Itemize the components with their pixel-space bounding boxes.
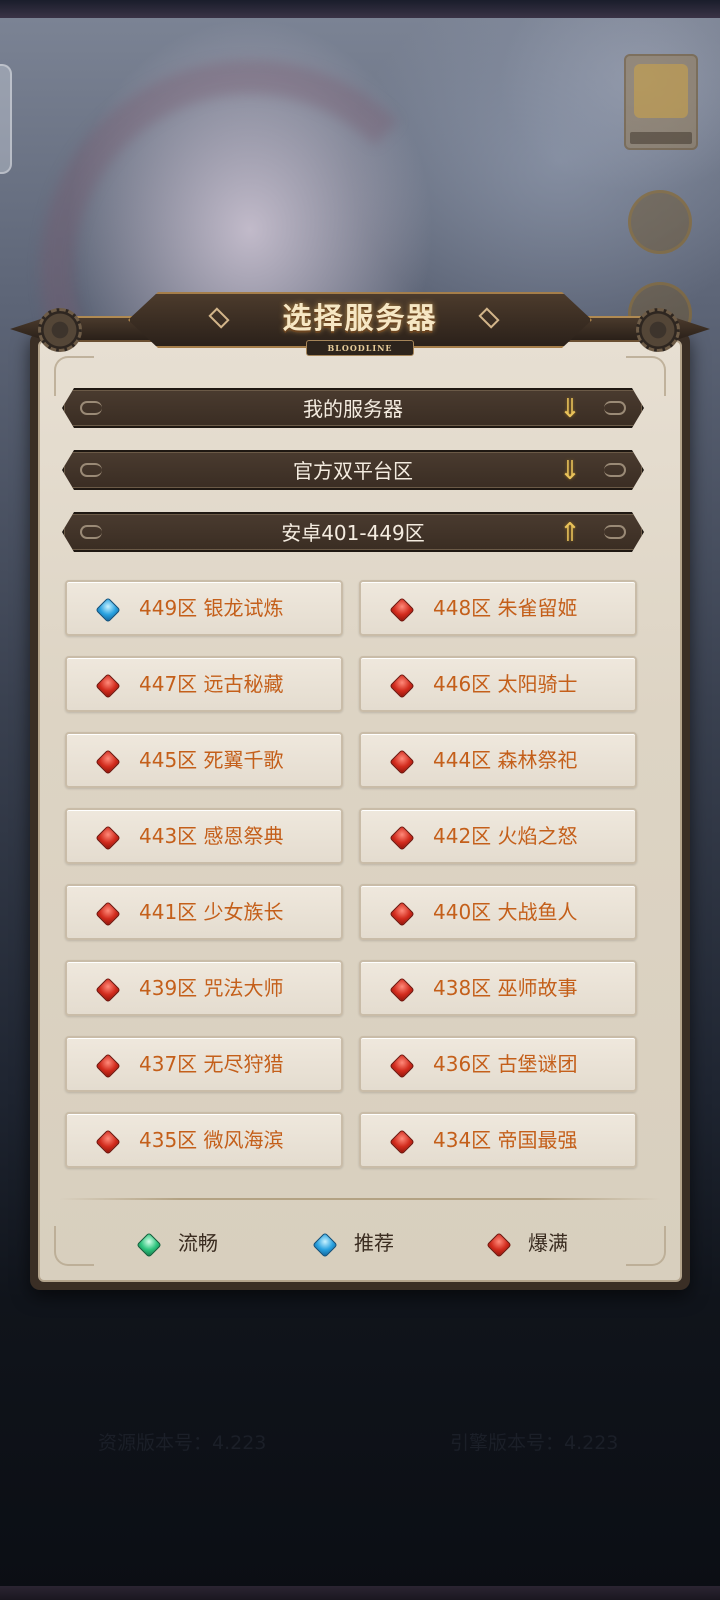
server-button[interactable]: 445区 死翼千歌 [65, 732, 343, 788]
server-status-gem-icon [95, 901, 121, 927]
server-name: 439区 咒法大师 [139, 976, 284, 1000]
server-name: 449区 银龙试炼 [139, 596, 284, 620]
legend-divider [60, 1198, 660, 1200]
chevron-down-icon: ⇓ [559, 394, 581, 424]
server-status-gem-icon [389, 673, 415, 699]
server-button[interactable]: 442区 火焰之怒 [359, 808, 637, 864]
category-android-401-449[interactable]: 安卓401-449区 ⇑ [62, 512, 644, 552]
server-status-gem-icon [389, 1129, 415, 1155]
server-button[interactable]: 446区 太阳骑士 [359, 656, 637, 712]
bottom-border [0, 1586, 720, 1600]
server-name: 436区 古堡谜团 [433, 1052, 578, 1076]
server-status-gem-icon [389, 977, 415, 1003]
top-border [0, 0, 720, 18]
legend-label: 推荐 [354, 1231, 394, 1255]
legend-label: 流畅 [178, 1231, 218, 1255]
server-button[interactable]: 440区 大战鱼人 [359, 884, 637, 940]
chevron-up-icon: ⇑ [559, 518, 581, 548]
server-status-gem-icon [95, 825, 121, 851]
server-button[interactable]: 435区 微风海滨 [65, 1112, 343, 1168]
server-name: 440区 大战鱼人 [433, 900, 578, 924]
server-button[interactable]: 443区 感恩祭典 [65, 808, 343, 864]
server-status-gem-icon [95, 977, 121, 1003]
category-official-dual-platform[interactable]: 官方双平台区 ⇓ [62, 450, 644, 490]
server-button[interactable]: 447区 远古秘藏 [65, 656, 343, 712]
legend-label: 爆满 [528, 1231, 568, 1255]
round-menu-icon[interactable] [628, 190, 692, 254]
server-button[interactable]: 437区 无尽狩猎 [65, 1036, 343, 1092]
gear-icon [636, 308, 680, 352]
server-status-gem-icon [389, 1053, 415, 1079]
server-status-gem-icon [95, 597, 121, 623]
server-status-gem-icon [95, 673, 121, 699]
server-status-gem-icon [389, 825, 415, 851]
server-status-gem-icon [95, 1129, 121, 1155]
server-status-gem-icon [389, 749, 415, 775]
server-name: 447区 远古秘藏 [139, 672, 284, 696]
engine-version: 引擎版本号：4.223 [450, 1432, 619, 1454]
server-name: 441区 少女族长 [139, 900, 284, 924]
server-name: 445区 死翼千歌 [139, 748, 284, 772]
page-title: 选择服务器 [282, 301, 438, 335]
server-status-gem-icon [389, 597, 415, 623]
server-name: 448区 朱雀留姬 [433, 596, 578, 620]
server-button[interactable]: 438区 巫师故事 [359, 960, 637, 1016]
server-name: 444区 森林祭祀 [433, 748, 578, 772]
server-status-gem-icon [389, 901, 415, 927]
category-my-servers[interactable]: 我的服务器 ⇓ [62, 388, 644, 428]
server-button[interactable]: 444区 森林祭祀 [359, 732, 637, 788]
corner-ornament [54, 1226, 94, 1266]
corner-ornament [626, 1226, 666, 1266]
server-name: 437区 无尽狩猎 [139, 1052, 284, 1076]
side-tab[interactable] [0, 64, 12, 174]
server-status-gem-icon [95, 749, 121, 775]
game-logo: BLOODLINE [306, 340, 414, 356]
server-name: 443区 感恩祭典 [139, 824, 284, 848]
server-name: 446区 太阳骑士 [433, 672, 578, 696]
chevron-down-icon: ⇓ [559, 456, 581, 486]
server-status-gem-icon [95, 1053, 121, 1079]
server-name: 434区 帝国最强 [433, 1128, 578, 1152]
server-name: 442区 火焰之怒 [433, 824, 578, 848]
server-name: 438区 巫师故事 [433, 976, 578, 1000]
server-button[interactable]: 448区 朱雀留姬 [359, 580, 637, 636]
scroll-ornament [604, 525, 626, 539]
server-button[interactable]: 434区 帝国最强 [359, 1112, 637, 1168]
server-name: 435区 微风海滨 [139, 1128, 284, 1152]
scroll-ornament [604, 401, 626, 415]
server-button[interactable]: 436区 古堡谜团 [359, 1036, 637, 1092]
resource-version: 资源版本号：4.223 [98, 1432, 267, 1454]
server-button[interactable]: 449区 银龙试炼 [65, 580, 343, 636]
gear-icon [38, 308, 82, 352]
server-button[interactable]: 441区 少女族长 [65, 884, 343, 940]
event-icon[interactable] [624, 54, 698, 150]
scroll-ornament [604, 463, 626, 477]
server-button[interactable]: 439区 咒法大师 [65, 960, 343, 1016]
